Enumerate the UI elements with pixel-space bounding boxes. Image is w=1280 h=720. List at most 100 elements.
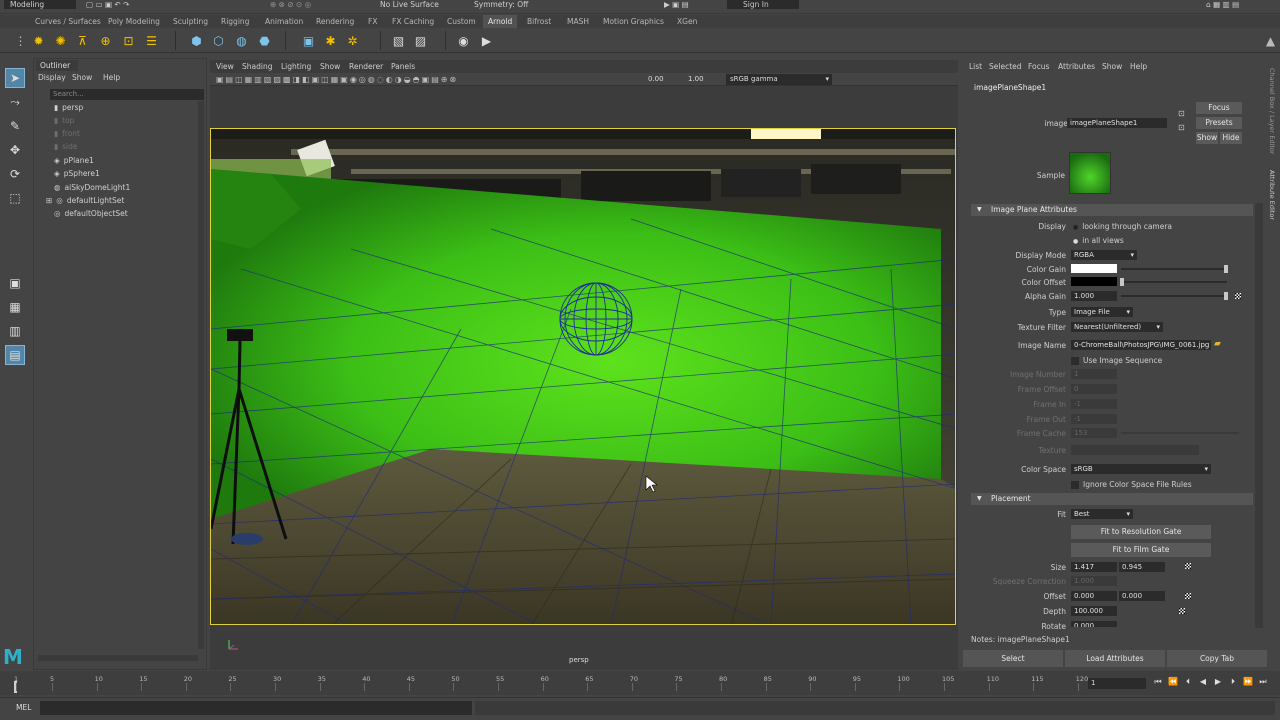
outliner-search-input[interactable]: Search... [50,89,204,100]
step-back-key-icon[interactable]: ⏪ [1167,676,1179,688]
color-offset-slider[interactable] [1121,281,1227,283]
outliner-item[interactable]: ▮ top [54,115,74,127]
ae-menu-show[interactable]: Show [1102,62,1122,71]
shelf-collapse-icon[interactable]: ▲ [1262,32,1279,49]
color-space-select[interactable]: sRGB [1071,464,1211,474]
color-gain-slider[interactable] [1121,268,1227,270]
viewport-menu-show[interactable]: Show [320,62,340,71]
export-standin-icon[interactable]: ⬡ [210,32,227,49]
step-back-frame-icon[interactable]: ⏴ [1182,676,1194,688]
area-light-icon[interactable]: ✹ [30,32,47,49]
current-frame-field[interactable]: 1 [1088,678,1146,689]
go-to-end-icon[interactable]: ⏭ [1257,676,1269,688]
texture-field[interactable] [1071,445,1199,455]
snap-icons[interactable]: ⊕ ⊗ ⊘ ⊙ ◎ [270,0,311,9]
outliner-item[interactable]: ▮ persp [54,102,83,114]
layout-split-icon[interactable]: ▥ [5,321,25,341]
shelf-tab[interactable]: Sculpting [168,15,213,28]
radio-looking-through-camera[interactable]: looking through camera [1073,222,1172,231]
squeeze-field[interactable]: 1.000 [1071,576,1117,586]
shelf-tab[interactable]: Animation [260,15,308,28]
color-gain-handle[interactable] [1224,265,1228,273]
mesh-light-icon[interactable]: ⊡ [120,32,137,49]
sign-in-button[interactable]: Sign In [727,0,799,9]
section-placement[interactable]: Placement [971,493,1253,505]
texture-manager-icon[interactable]: ▧ [390,32,407,49]
time-slider[interactable]: 1 ⏮ ⏪ ⏴ ◀ ▶ ⏵ ⏩ ⏭ 1 5 10 15 20 25 30 35 40 45 50 55… [0,671,1280,695]
outliner-hscrollbar[interactable] [38,655,198,661]
playblast-icon[interactable]: ▶ [478,32,495,49]
load-attributes-button[interactable]: Load Attributes [1065,650,1165,667]
section-image-plane-attributes[interactable]: Image Plane Attributes [971,204,1253,216]
outliner-menu-show[interactable]: Show [72,73,92,82]
rotate-field[interactable]: 0.000 [1071,621,1117,627]
operator-icon[interactable]: ▨ [412,32,429,49]
colorspace-select[interactable]: sRGB gamma ▾ [726,74,832,85]
render-icons[interactable]: ▶ ▣ ▤ [664,0,689,9]
outliner-item[interactable]: ▮ front [54,128,80,140]
image-plane-view[interactable] [210,128,956,625]
alpha-gain-field[interactable]: 1.000 [1071,291,1117,301]
shelf-tab[interactable]: Custom [442,15,481,28]
shelf-tab[interactable]: Arnold [483,15,518,28]
frame-in-field[interactable]: -1 [1071,399,1117,409]
show-button[interactable]: Show [1196,132,1218,144]
photometric-light-icon[interactable]: ☰ [143,32,160,49]
node-name-field[interactable]: imagePlaneShape1 [1067,118,1167,128]
move-tool-icon[interactable]: ✥ [5,140,25,160]
viewport-menu-view[interactable]: View [216,62,234,71]
size-y-field[interactable]: 0.945 [1119,562,1165,572]
volume-icon[interactable]: ◍ [233,32,250,49]
live-surface-label[interactable]: No Live Surface [380,0,439,9]
viewport-tool-icons[interactable]: ▣▤◫▦▥▧▨▩◨◧▣◫▦▣◉◎◍◌◐◑◒◓▣▤⊕⊗ [216,74,458,85]
exposure-field[interactable]: 0.00 [648,74,664,85]
display-mode-select[interactable]: RGBA [1071,250,1137,260]
step-forward-frame-icon[interactable]: ⏵ [1227,676,1239,688]
depth-field[interactable]: 100.000 [1071,606,1117,616]
texture-filter-select[interactable]: Nearest(Unfiltered) [1071,322,1163,332]
alpha-gain-handle[interactable] [1224,292,1228,300]
image-number-field[interactable]: 1 [1071,369,1117,379]
curve-collector-icon[interactable]: ⬣ [256,32,273,49]
outliner-menu-help[interactable]: Help [103,73,120,82]
ae-menu-list[interactable]: List [969,62,982,71]
ae-menu-focus[interactable]: Focus [1028,62,1049,71]
shelf-tab[interactable]: MASH [562,15,594,28]
select-button[interactable]: Select [963,650,1063,667]
shelf-tab[interactable]: FX Caching [387,15,439,28]
side-tab-channel-box[interactable]: Channel Box / Layer Editor [1268,68,1276,155]
attribute-editor-scrollbar[interactable] [1255,203,1263,628]
point-light-icon[interactable]: ✺ [52,32,69,49]
size-x-field[interactable]: 1.417 [1071,562,1117,572]
ae-menu-selected[interactable]: Selected [989,62,1022,71]
map-button-icon[interactable] [1185,563,1191,569]
shelf-tab[interactable]: Motion Graphics [598,15,669,28]
mel-label[interactable]: MEL [16,703,31,712]
outliner-item[interactable]: ◈ pPlane1 [54,155,94,167]
ae-node-tab[interactable]: imagePlaneShape1 [967,82,1047,94]
go-to-start-icon[interactable]: ⏮ [1152,676,1164,688]
outliner-item[interactable]: ◍ aiSkyDomeLight1 [54,182,130,194]
layout-outliner-icon[interactable]: ▤ [5,345,25,365]
command-input[interactable] [40,701,472,715]
go-to-output-icon[interactable]: ⊡ [1178,123,1185,132]
mode-select[interactable]: Modeling [4,0,76,9]
outliner-item[interactable]: ▮ side [54,141,78,153]
outliner-menu-display[interactable]: Display [38,73,66,82]
play-backward-icon[interactable]: ◀ [1197,676,1209,688]
viewport-menu-lighting[interactable]: Lighting [281,62,311,71]
shelf-tab[interactable]: XGen [672,15,702,28]
frame-cache-slider[interactable] [1121,432,1239,434]
paint-select-icon[interactable]: ✎ [5,116,25,136]
lasso-tool-icon[interactable]: ⤳ [5,92,25,112]
offset-x-field[interactable]: 0.000 [1071,591,1117,601]
rotate-tool-icon[interactable]: ⟳ [5,164,25,184]
fit-resolution-gate-button[interactable]: Fit to Resolution Gate [1071,525,1211,539]
map-button-icon[interactable] [1235,293,1241,299]
hide-button[interactable]: Hide [1220,132,1242,144]
outliner-item[interactable]: ⊞ ◎ defaultLightSet [46,195,124,207]
fit-select[interactable]: Best [1071,509,1133,519]
shelf-options-icon[interactable]: ⋮ [12,32,29,49]
select-node-icon[interactable]: ⊡ [1178,109,1185,118]
map-button-icon[interactable] [1185,593,1191,599]
